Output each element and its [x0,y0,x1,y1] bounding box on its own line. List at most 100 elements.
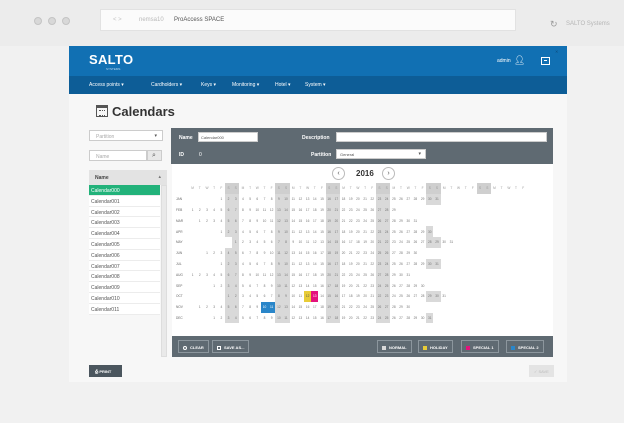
calendar-day[interactable]: 19 [318,205,325,216]
calendar-day[interactable]: 30 [419,280,426,291]
calendar-day[interactable]: 10 [297,237,304,248]
calendar-day[interactable]: 16 [297,269,304,280]
calendar-day[interactable]: 28 [390,302,397,313]
calendar-day[interactable]: 18 [311,205,318,216]
calendar-day[interactable]: 27 [375,204,384,216]
menu-hotel[interactable]: Hotel ▾ [275,82,291,88]
calendar-day[interactable]: 13 [282,215,290,227]
calendar-day[interactable]: 14 [311,194,318,205]
calendar-day[interactable]: 9 [275,193,283,205]
calendar-day[interactable]: 9 [268,280,275,291]
calendar-day[interactable]: 31 [405,269,412,280]
calendar-day[interactable]: 3 [203,205,210,216]
calendar-day[interactable]: 11 [282,312,290,324]
calendar-day[interactable]: 24 [383,226,391,237]
calendar-day[interactable]: 7 [261,194,268,205]
calendar-day[interactable]: 7 [239,215,246,226]
calendar-day[interactable]: 5 [261,237,268,248]
calendar-day[interactable]: 19 [325,215,333,227]
calendar-day[interactable]: 18 [354,237,361,248]
calendar-day[interactable]: 5 [254,291,261,302]
calendar-day[interactable]: 29 [426,290,434,302]
calendar-day[interactable]: 12 [304,290,312,302]
calendar-day[interactable]: 22 [362,280,369,291]
calendar-day[interactable]: 30 [426,193,434,205]
partition-filter-select[interactable]: Partition ▾ [89,130,163,141]
calendar-day[interactable]: 20 [354,194,361,205]
calendar-day[interactable]: 8 [268,259,275,270]
calendar-day[interactable]: 15 [318,226,325,237]
calendar-day[interactable]: 1 [196,302,203,313]
calendar-day[interactable]: 17 [347,237,354,248]
calendar-day[interactable]: 21 [332,269,340,281]
calendar-day[interactable]: 18 [347,291,354,302]
calendar-day[interactable]: 24 [375,312,384,324]
calendar-day[interactable]: 7 [247,248,254,259]
normal-day-button[interactable]: NORMAL [377,340,412,353]
calendar-day[interactable]: 28 [383,204,391,216]
calendar-day[interactable]: 13 [282,301,290,313]
calendar-day[interactable]: 2 [224,226,233,237]
calendar-day[interactable]: 24 [397,237,404,248]
calendar-day[interactable]: 22 [383,236,391,248]
calendar-day[interactable]: 27 [397,280,404,291]
calendar-day[interactable]: 16 [318,280,325,291]
calendar-day[interactable]: 19 [347,259,354,270]
calendar-day[interactable]: 11 [290,259,297,270]
window-maximize-dot[interactable] [62,17,70,25]
calendar-day[interactable]: 18 [340,226,347,237]
calendar-day[interactable]: 24 [375,280,384,291]
calendar-day[interactable]: 1 [224,290,233,302]
calendar-day[interactable]: 30 [419,313,426,324]
calendar-day[interactable]: 4 [232,312,240,324]
calendar-day[interactable]: 21 [354,280,361,291]
calendar-day[interactable]: 21 [375,236,384,248]
calendar-day[interactable]: 25 [383,312,391,324]
calendar-day[interactable]: 1 [211,313,218,324]
calendar-day[interactable]: 6 [247,313,254,324]
calendar-day[interactable]: 17 [311,302,318,313]
calendar-day[interactable]: 24 [354,269,361,280]
calendar-day[interactable]: 19 [340,313,347,324]
calendar-day[interactable]: 4 [254,237,261,248]
calendar-day[interactable]: 20 [325,269,333,281]
calendar-day[interactable]: 3 [224,312,233,324]
calendar-day[interactable]: 31 [412,215,419,226]
calendar-day[interactable]: 7 [261,259,268,270]
calendar-day[interactable]: 2 [196,205,203,216]
calendar-day[interactable]: 30 [433,290,441,302]
calendar-day[interactable]: 19 [354,291,361,302]
calendar-day[interactable]: 8 [268,226,275,237]
calendar-day[interactable]: 1 [196,215,203,226]
calendar-day[interactable]: 16 [297,205,304,216]
calendar-day[interactable]: 5 [239,313,246,324]
calendar-day[interactable]: 13 [304,226,311,237]
holiday-button[interactable]: HOLIDAY [418,340,453,353]
calendar-day[interactable]: 22 [362,313,369,324]
calendar-day[interactable]: 10 [254,269,261,280]
calendar-day[interactable]: 14 [290,215,297,226]
calendar-list-item[interactable]: Calendar010 [89,292,160,304]
calendar-list-item[interactable]: Calendar002 [89,206,160,218]
calendar-day[interactable]: 20 [340,248,347,259]
calendar-day[interactable]: 17 [311,215,318,226]
calendar-day[interactable]: 6 [247,280,254,291]
calendar-day[interactable]: 11 [304,237,311,248]
calendar-day[interactable]: 1 [211,280,218,291]
calendar-day[interactable]: 27 [419,237,426,248]
calendar-day[interactable]: 15 [325,290,333,302]
name-filter-input[interactable]: Name [89,150,147,161]
calendar-day[interactable]: 12 [282,247,290,259]
calendar-day[interactable]: 18 [325,247,333,259]
calendar-day[interactable]: 2 [203,215,210,226]
reload-icon[interactable]: ↻ [550,19,558,30]
calendar-day[interactable]: 11 [268,215,275,226]
calendar-day[interactable]: 14 [297,248,304,259]
calendar-day[interactable]: 10 [290,291,297,302]
calendar-day[interactable]: 15 [297,215,304,226]
calendar-day[interactable]: 25 [383,280,391,291]
calendar-day[interactable]: 17 [332,258,340,270]
calendar-day[interactable]: 18 [340,259,347,270]
calendar-day[interactable]: 17 [325,312,333,324]
calendar-day[interactable]: 29 [412,313,419,324]
